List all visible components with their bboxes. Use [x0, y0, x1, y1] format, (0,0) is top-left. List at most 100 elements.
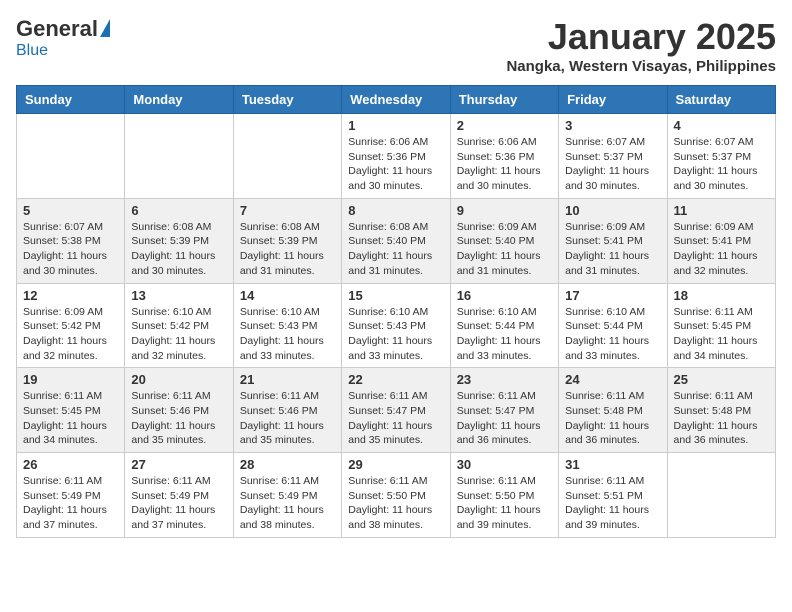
day-info: Sunrise: 6:10 AM Sunset: 5:44 PM Dayligh…: [565, 305, 660, 364]
calendar-week-1: 1 Sunrise: 6:06 AM Sunset: 5:36 PM Daylig…: [17, 114, 776, 199]
day-number: 4: [674, 118, 769, 133]
calendar-cell: 30 Sunrise: 6:11 AM Sunset: 5:50 PM Dayli…: [450, 453, 558, 538]
calendar-cell: 27 Sunrise: 6:11 AM Sunset: 5:49 PM Dayli…: [125, 453, 233, 538]
day-number: 24: [565, 372, 660, 387]
day-info: Sunrise: 6:06 AM Sunset: 5:36 PM Dayligh…: [348, 135, 443, 194]
day-number: 1: [348, 118, 443, 133]
day-info: Sunrise: 6:11 AM Sunset: 5:48 PM Dayligh…: [565, 389, 660, 448]
weekday-header-friday: Friday: [559, 86, 667, 114]
calendar-cell: 29 Sunrise: 6:11 AM Sunset: 5:50 PM Dayli…: [342, 453, 450, 538]
day-info: Sunrise: 6:10 AM Sunset: 5:44 PM Dayligh…: [457, 305, 552, 364]
day-number: 27: [131, 457, 226, 472]
day-number: 8: [348, 203, 443, 218]
day-info: Sunrise: 6:11 AM Sunset: 5:48 PM Dayligh…: [674, 389, 769, 448]
weekday-header-thursday: Thursday: [450, 86, 558, 114]
day-number: 2: [457, 118, 552, 133]
day-number: 22: [348, 372, 443, 387]
weekday-header-monday: Monday: [125, 86, 233, 114]
day-info: Sunrise: 6:11 AM Sunset: 5:51 PM Dayligh…: [565, 474, 660, 533]
day-info: Sunrise: 6:11 AM Sunset: 5:50 PM Dayligh…: [457, 474, 552, 533]
calendar-cell: 26Sunrise: 6:11 AM Sunset: 5:49 PM Dayli…: [17, 453, 125, 538]
logo-triangle-icon: [100, 19, 110, 37]
calendar-cell: 6 Sunrise: 6:08 AM Sunset: 5:39 PM Daylig…: [125, 198, 233, 283]
day-info: Sunrise: 6:11 AM Sunset: 5:45 PM Dayligh…: [674, 305, 769, 364]
weekday-header-row: SundayMondayTuesdayWednesdayThursdayFrid…: [17, 86, 776, 114]
calendar-week-4: 19 Sunrise: 6:11 AM Sunset: 5:45 PM Dayli…: [17, 368, 776, 453]
calendar-cell: 31 Sunrise: 6:11 AM Sunset: 5:51 PM Dayli…: [559, 453, 667, 538]
day-info: Sunrise: 6:11 AM Sunset: 5:46 PM Dayligh…: [131, 389, 226, 448]
day-info: Sunrise: 6:07 AM Sunset: 5:37 PM Dayligh…: [674, 135, 769, 194]
day-number: 12: [23, 288, 118, 303]
calendar-cell: [125, 114, 233, 199]
day-number: 31: [565, 457, 660, 472]
calendar-cell: 4 Sunrise: 6:07 AM Sunset: 5:37 PM Daylig…: [667, 114, 775, 199]
calendar-cell: 10 Sunrise: 6:09 AM Sunset: 5:41 PM Dayli…: [559, 198, 667, 283]
day-number: 29: [348, 457, 443, 472]
day-number: 3: [565, 118, 660, 133]
day-info: Sunrise: 6:11 AM Sunset: 5:47 PM Dayligh…: [348, 389, 443, 448]
day-number: 23: [457, 372, 552, 387]
calendar-cell: 9 Sunrise: 6:09 AM Sunset: 5:40 PM Daylig…: [450, 198, 558, 283]
calendar-cell: 1 Sunrise: 6:06 AM Sunset: 5:36 PM Daylig…: [342, 114, 450, 199]
calendar-cell: 13Sunrise: 6:10 AM Sunset: 5:42 PM Dayli…: [125, 283, 233, 368]
day-info: Sunrise: 6:10 AM Sunset: 5:43 PM Dayligh…: [240, 305, 335, 364]
calendar-week-5: 26 Sunrise: 6:11 AM Sunset: 5:49 PM Dayli…: [17, 453, 776, 538]
calendar-cell: 19 Sunrise: 6:11 AM Sunset: 5:45 PM Dayli…: [17, 368, 125, 453]
day-number: 30: [457, 457, 552, 472]
location-subtitle: Nangka, Western Visayas, Philippines: [506, 58, 776, 75]
day-number: 18: [674, 288, 769, 303]
day-number: 6: [131, 203, 226, 218]
calendar-cell: 16 Sunrise: 6:10 AM Sunset: 5:44 PM Dayli…: [450, 283, 558, 368]
calendar-cell: 8 Sunrise: 6:08 AM Sunset: 5:40 PM Daylig…: [342, 198, 450, 283]
day-number: 20: [131, 372, 226, 387]
calendar-cell: [667, 453, 775, 538]
calendar-cell: 18 Sunrise: 6:11 AM Sunset: 5:45 PM Dayli…: [667, 283, 775, 368]
day-number: 9: [457, 203, 552, 218]
day-info: Sunrise: 6:09 AM Sunset: 5:41 PM Dayligh…: [565, 220, 660, 279]
day-info: Sunrise: 6:07 AM Sunset: 5:37 PM Dayligh…: [565, 135, 660, 194]
month-title: January 2025: [506, 16, 776, 58]
calendar-cell: 21 Sunrise: 6:11 AM Sunset: 5:46 PM Dayli…: [233, 368, 341, 453]
day-number: 26: [23, 457, 118, 472]
calendar-cell: 3 Sunrise: 6:07 AM Sunset: 5:37 PM Daylig…: [559, 114, 667, 199]
day-info: Sunrise: 6:07 AM Sunset: 5:38 PM Dayligh…: [23, 220, 118, 279]
day-info: Sunrise: 6:08 AM Sunset: 5:39 PM Dayligh…: [240, 220, 335, 279]
day-info: Sunrise: 6:08 AM Sunset: 5:39 PM Dayligh…: [131, 220, 226, 279]
day-number: 21: [240, 372, 335, 387]
day-info: Sunrise: 6:11 AM Sunset: 5:46 PM Dayligh…: [240, 389, 335, 448]
day-number: 19: [23, 372, 118, 387]
day-number: 16: [457, 288, 552, 303]
calendar-week-2: 5Sunrise: 6:07 AM Sunset: 5:38 PM Daylig…: [17, 198, 776, 283]
day-number: 15: [348, 288, 443, 303]
day-number: 11: [674, 203, 769, 218]
calendar-cell: 28 Sunrise: 6:11 AM Sunset: 5:49 PM Dayli…: [233, 453, 341, 538]
day-info: Sunrise: 6:11 AM Sunset: 5:47 PM Dayligh…: [457, 389, 552, 448]
day-number: 25: [674, 372, 769, 387]
day-info: Sunrise: 6:11 AM Sunset: 5:49 PM Dayligh…: [131, 474, 226, 533]
day-info: Sunrise: 6:06 AM Sunset: 5:36 PM Dayligh…: [457, 135, 552, 194]
day-info: Sunrise: 6:11 AM Sunset: 5:49 PM Dayligh…: [240, 474, 335, 533]
weekday-header-tuesday: Tuesday: [233, 86, 341, 114]
day-number: 28: [240, 457, 335, 472]
day-info: Sunrise: 6:09 AM Sunset: 5:40 PM Dayligh…: [457, 220, 552, 279]
calendar-cell: 11 Sunrise: 6:09 AM Sunset: 5:41 PM Dayli…: [667, 198, 775, 283]
calendar-cell: [233, 114, 341, 199]
logo-general-text: General: [16, 16, 98, 42]
day-number: 10: [565, 203, 660, 218]
calendar-cell: 5Sunrise: 6:07 AM Sunset: 5:38 PM Daylig…: [17, 198, 125, 283]
title-section: January 2025 Nangka, Western Visayas, Ph…: [506, 16, 776, 75]
day-number: 13: [131, 288, 226, 303]
day-info: Sunrise: 6:08 AM Sunset: 5:40 PM Dayligh…: [348, 220, 443, 279]
day-info: Sunrise: 6:11 AM Sunset: 5:50 PM Dayligh…: [348, 474, 443, 533]
calendar-week-3: 12Sunrise: 6:09 AM Sunset: 5:42 PM Dayli…: [17, 283, 776, 368]
logo: General Blue: [16, 16, 110, 60]
day-info: Sunrise: 6:09 AM Sunset: 5:41 PM Dayligh…: [674, 220, 769, 279]
calendar-cell: 25 Sunrise: 6:11 AM Sunset: 5:48 PM Dayli…: [667, 368, 775, 453]
logo-blue-text: Blue: [16, 42, 48, 60]
day-number: 17: [565, 288, 660, 303]
calendar-cell: 23 Sunrise: 6:11 AM Sunset: 5:47 PM Dayli…: [450, 368, 558, 453]
calendar-cell: 22 Sunrise: 6:11 AM Sunset: 5:47 PM Dayli…: [342, 368, 450, 453]
calendar-cell: [17, 114, 125, 199]
calendar-cell: 14Sunrise: 6:10 AM Sunset: 5:43 PM Dayli…: [233, 283, 341, 368]
day-info: Sunrise: 6:11 AM Sunset: 5:45 PM Dayligh…: [23, 389, 118, 448]
